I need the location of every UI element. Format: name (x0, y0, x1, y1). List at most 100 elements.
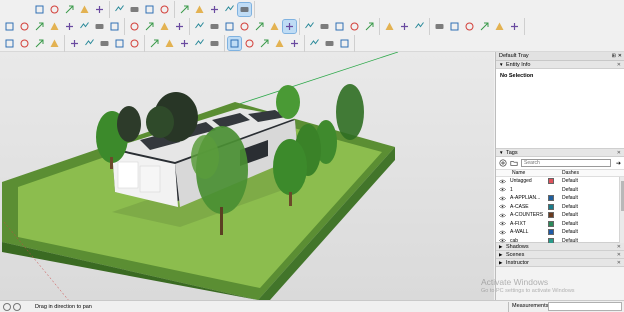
tag-color-swatch[interactable] (546, 212, 556, 219)
close-panel-icon[interactable]: ✕ (617, 62, 621, 68)
col-dashes-header[interactable]: Dashes (556, 170, 579, 176)
visibility-eye-icon[interactable] (496, 187, 508, 192)
pushpull-tool-icon[interactable] (83, 37, 96, 50)
info-icon[interactable] (3, 302, 11, 311)
tag-row[interactable]: A-FIXT Default (496, 220, 624, 229)
move-icon[interactable] (128, 20, 141, 33)
visibility-eye-icon[interactable] (496, 204, 508, 209)
modeling-viewport[interactable] (0, 52, 494, 300)
geo-location-icon[interactable] (338, 37, 351, 50)
close-icon[interactable]: ✕ (618, 53, 622, 59)
position-camera-icon[interactable] (348, 20, 361, 33)
tags-search-box[interactable] (521, 159, 611, 167)
orbit-icon[interactable] (253, 20, 266, 33)
shapes-icon[interactable] (48, 37, 61, 50)
tag-dashes[interactable]: Default (556, 221, 586, 227)
close-panel-icon[interactable]: ✕ (617, 150, 621, 156)
tape-measure-icon[interactable] (178, 37, 191, 50)
style-icon[interactable] (493, 20, 506, 33)
tag-row[interactable]: 1 Default (496, 186, 624, 195)
left-view-icon[interactable] (208, 3, 221, 16)
freehand-icon[interactable] (18, 20, 31, 33)
section-plane-icon[interactable] (363, 20, 376, 33)
component-icon[interactable] (93, 3, 106, 16)
home-icon[interactable] (63, 3, 76, 16)
visibility-eye-icon[interactable] (496, 196, 508, 201)
section-shadows-header[interactable]: ▶ Shadows ✕ (496, 243, 624, 251)
look-tool-icon[interactable] (308, 37, 321, 50)
eraser-icon[interactable] (18, 37, 31, 50)
look-around-icon[interactable] (333, 20, 346, 33)
scenes-icon[interactable] (478, 20, 491, 33)
orbit-tool-icon[interactable] (208, 37, 221, 50)
select-arrow-icon[interactable] (3, 37, 16, 50)
erase-icon[interactable] (93, 20, 106, 33)
tape-icon[interactable] (193, 20, 206, 33)
camera-icon[interactable] (33, 3, 46, 16)
upload-icon[interactable] (433, 20, 446, 33)
add-folder-icon[interactable] (510, 159, 518, 167)
paint-icon[interactable] (158, 20, 171, 33)
zoom-icon[interactable] (282, 18, 297, 34)
offset-icon[interactable] (173, 20, 186, 33)
right-view-icon[interactable] (178, 3, 191, 16)
measurements-input[interactable] (548, 302, 622, 311)
tag-dashes[interactable]: Default (556, 204, 586, 210)
tag-color-swatch[interactable] (546, 229, 556, 236)
tag-dashes[interactable]: Default (556, 212, 586, 218)
tag-row[interactable]: A-COUNTERS Default (496, 211, 624, 220)
text-icon[interactable] (223, 20, 236, 33)
tag-color-swatch[interactable] (546, 178, 556, 185)
sync-icon[interactable] (448, 20, 461, 33)
tags-scrollbar[interactable] (619, 177, 624, 243)
sandbox-icon[interactable] (413, 20, 426, 33)
zoom-window-icon[interactable] (258, 37, 271, 50)
tag-color-swatch[interactable] (546, 203, 556, 210)
rotate-tool-icon[interactable] (113, 37, 126, 50)
user-icon[interactable] (13, 302, 21, 311)
pan-tool-icon[interactable] (227, 35, 242, 51)
offset-tool-icon[interactable] (148, 37, 161, 50)
back-edges-icon[interactable] (237, 1, 252, 17)
section-tool-icon[interactable] (273, 37, 286, 50)
cube-icon[interactable] (113, 3, 126, 16)
scale-icon[interactable] (128, 37, 141, 50)
section-scenes-header[interactable]: ▶ Scenes ✕ (496, 251, 624, 259)
front-view-icon[interactable] (158, 3, 171, 16)
arc-icon[interactable] (78, 20, 91, 33)
section-instructor-header[interactable]: ▶ Instructor ✕ (496, 259, 624, 267)
tag-dashes[interactable]: Default (556, 187, 586, 193)
tag-row[interactable]: A-APPLIAN... Default (496, 194, 624, 203)
dimension-icon[interactable] (208, 20, 221, 33)
pan-icon[interactable] (268, 20, 281, 33)
xray-icon[interactable] (223, 3, 236, 16)
tag-row[interactable]: A-WALL Default (496, 228, 624, 237)
tags-header[interactable]: ▼ Tags ✕ (496, 149, 624, 157)
zoom-tool-icon[interactable] (243, 37, 256, 50)
tag-dashes[interactable]: Default (556, 195, 586, 201)
back-view-icon[interactable] (193, 3, 206, 16)
rotate-icon[interactable] (143, 20, 156, 33)
walk-icon[interactable] (318, 20, 331, 33)
warehouse-icon[interactable] (383, 20, 396, 33)
layout-icon[interactable] (463, 20, 476, 33)
visibility-eye-icon[interactable] (496, 230, 508, 235)
info-icon[interactable] (508, 20, 521, 33)
visibility-eye-icon[interactable] (496, 213, 508, 218)
axes-icon[interactable] (238, 20, 251, 33)
text-tool-icon[interactable] (193, 37, 206, 50)
close-panel-icon[interactable]: ✕ (617, 260, 621, 266)
tag-row[interactable]: Untagged Default (496, 177, 624, 186)
section-icon[interactable] (48, 3, 61, 16)
sandbox-tool-icon[interactable] (323, 37, 336, 50)
col-name-header[interactable]: Name (508, 170, 556, 176)
paint-bucket-icon[interactable] (163, 37, 176, 50)
pushpull-icon[interactable] (108, 20, 121, 33)
tag-color-swatch[interactable] (546, 195, 556, 202)
model-scene[interactable] (0, 52, 494, 300)
top-view-icon[interactable] (143, 3, 156, 16)
tags-search-input[interactable] (524, 160, 599, 166)
visibility-eye-icon[interactable] (496, 221, 508, 226)
folder-icon[interactable] (78, 3, 91, 16)
zoom-extents-icon[interactable] (303, 20, 316, 33)
